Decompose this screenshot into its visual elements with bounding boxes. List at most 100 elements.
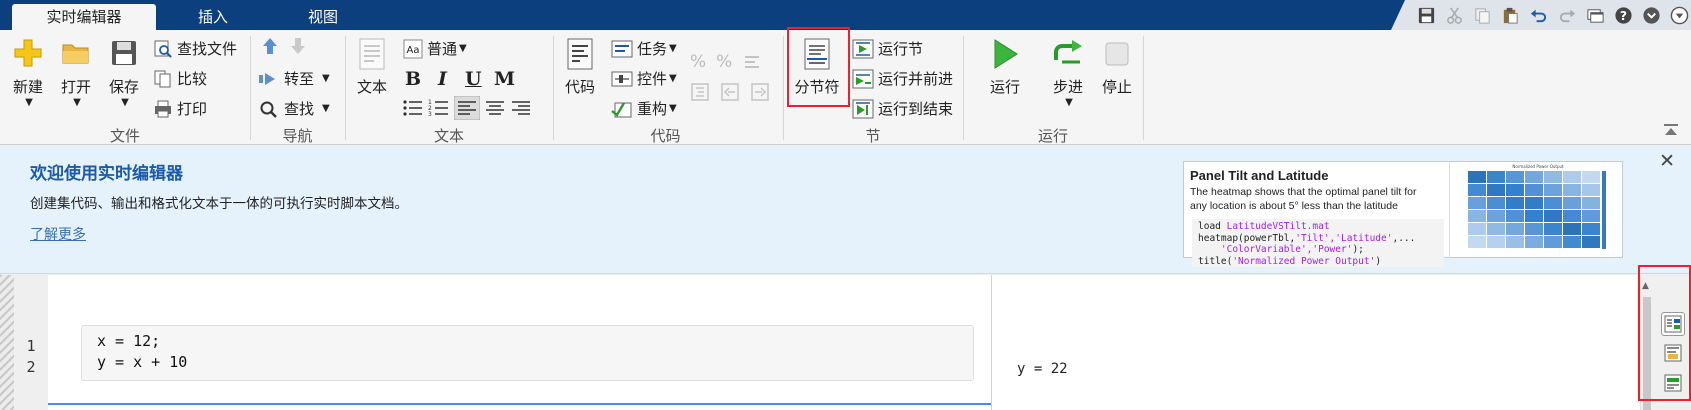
chevron-down-icon: ▼ bbox=[669, 43, 677, 54]
control-dropdown[interactable]: 控件 ▼ bbox=[611, 68, 677, 89]
hide-code-icon[interactable] bbox=[1661, 371, 1685, 395]
arrow-up-icon[interactable] bbox=[260, 36, 280, 56]
tab-insert[interactable]: 插入 bbox=[168, 4, 258, 30]
save-button[interactable]: 保存 ▼ bbox=[106, 38, 142, 108]
smart-indent-icon[interactable] bbox=[690, 82, 710, 102]
live-script-editor: 1 2 x = 12; y = x + 10 y = 22 ▲ bbox=[0, 275, 1691, 410]
section-gutter[interactable] bbox=[0, 275, 14, 410]
group-divider bbox=[1143, 36, 1144, 140]
find-files-button[interactable]: 查找文件 bbox=[153, 38, 237, 59]
find-button[interactable]: 查找 ▼ bbox=[258, 98, 330, 119]
bold-button[interactable]: B bbox=[405, 68, 421, 90]
uncomment-icon[interactable]: % bbox=[716, 52, 732, 72]
heatmap-cell bbox=[1544, 171, 1562, 183]
align-right-icon[interactable] bbox=[510, 97, 532, 119]
step-button[interactable]: 步进 ▼ bbox=[1048, 38, 1088, 108]
group-label-section: 节 bbox=[865, 127, 881, 145]
increase-indent-icon[interactable] bbox=[750, 82, 770, 102]
print-button[interactable]: 打印 bbox=[153, 98, 207, 119]
run-button[interactable]: 运行 bbox=[985, 38, 1025, 97]
stop-button[interactable]: 停止 bbox=[1097, 38, 1137, 97]
collapse-ribbon-icon[interactable] bbox=[1662, 122, 1680, 138]
new-button[interactable]: 新建 ▼ bbox=[10, 38, 46, 108]
code-button[interactable]: 代码 bbox=[562, 38, 598, 97]
example-card[interactable]: Panel Tilt and Latitude The heatmap show… bbox=[1183, 161, 1623, 267]
switch-windows-icon[interactable] bbox=[1584, 3, 1607, 27]
heatmap-thumbnail: Normalized Power Output bbox=[1449, 162, 1623, 258]
copy-icon[interactable] bbox=[1471, 3, 1494, 27]
heatmap-cell bbox=[1525, 171, 1543, 183]
comment-icon[interactable]: % bbox=[690, 52, 706, 72]
close-icon[interactable]: ✕ bbox=[1659, 150, 1675, 172]
card-code-line: heatmap(powerTbl,'Tilt','Latitude',... bbox=[1198, 232, 1416, 244]
heatmap-cell bbox=[1544, 223, 1562, 235]
scroll-up-icon[interactable]: ▲ bbox=[1642, 281, 1649, 291]
run-section-icon bbox=[852, 39, 874, 58]
compare-button[interactable]: 比较 bbox=[153, 68, 207, 89]
run-to-end-button[interactable]: 运行到结束 bbox=[852, 98, 953, 119]
chevron-down-icon: ▼ bbox=[669, 73, 677, 84]
card-code-line: title('Normalized Power Output') bbox=[1198, 255, 1382, 267]
cut-icon[interactable] bbox=[1443, 3, 1466, 27]
tab-live-editor[interactable]: 实时编辑器 bbox=[12, 4, 156, 30]
welcome-description: 创建集代码、输出和格式化文本于一体的可执行实时脚本文档。 bbox=[30, 196, 408, 212]
vertical-scrollbar[interactable]: ▲ bbox=[1640, 275, 1652, 410]
open-button[interactable]: 打开 ▼ bbox=[58, 38, 94, 108]
heatmap-cell bbox=[1563, 184, 1581, 196]
text-style-dropdown[interactable]: Aa 普通 ▼ bbox=[403, 38, 467, 59]
options-dropdown-icon[interactable] bbox=[1668, 3, 1691, 27]
heatmap-cell bbox=[1563, 197, 1581, 209]
align-center-icon[interactable] bbox=[484, 97, 506, 119]
heatmap-cell bbox=[1582, 197, 1600, 209]
minimize-ribbon-icon[interactable] bbox=[1640, 3, 1663, 27]
output-inline-icon[interactable] bbox=[1661, 341, 1685, 365]
underline-button[interactable]: U bbox=[465, 68, 482, 90]
output-divider[interactable] bbox=[991, 275, 992, 410]
card-description: The heatmap shows that the optimal panel… bbox=[1190, 186, 1417, 212]
align-left-icon[interactable] bbox=[454, 96, 480, 120]
stop-icon bbox=[1105, 42, 1129, 66]
line-number: 1 bbox=[26, 337, 36, 355]
italic-button[interactable]: I bbox=[438, 68, 447, 90]
run-section-button[interactable]: 运行节 bbox=[852, 38, 923, 59]
numbered-list-icon[interactable]: 123 bbox=[428, 97, 450, 119]
undo-icon[interactable] bbox=[1527, 3, 1550, 27]
tab-bar: 实时编辑器 插入 视图 ? bbox=[0, 0, 1691, 30]
arrow-down-icon[interactable] bbox=[288, 36, 308, 56]
heatmap-cell bbox=[1544, 236, 1562, 248]
chevron-down-icon: ▼ bbox=[459, 43, 467, 54]
group-label-run: 运行 bbox=[1037, 127, 1068, 145]
heatmap-cell bbox=[1525, 236, 1543, 248]
find-files-icon bbox=[154, 40, 172, 58]
group-label-code: 代码 bbox=[650, 127, 681, 145]
code-block[interactable]: x = 12; y = x + 10 bbox=[81, 325, 974, 381]
code-line: x = 12; bbox=[97, 332, 161, 350]
paste-icon[interactable] bbox=[1499, 3, 1522, 27]
heatmap-cell bbox=[1582, 223, 1600, 235]
heatmap-colorbar bbox=[1602, 171, 1606, 249]
output-inline-right-icon[interactable] bbox=[1661, 312, 1685, 336]
learn-more-link[interactable]: 了解更多 bbox=[30, 224, 86, 244]
scrollbar-thumb[interactable] bbox=[1643, 297, 1651, 410]
section-break-button[interactable]: 分节符 bbox=[792, 38, 842, 97]
task-icon bbox=[611, 40, 633, 57]
tab-view[interactable]: 视图 bbox=[278, 4, 368, 30]
heatmap-cell bbox=[1487, 210, 1505, 222]
help-icon[interactable]: ? bbox=[1612, 3, 1635, 27]
save-icon[interactable] bbox=[1415, 3, 1438, 27]
monospace-button[interactable]: M bbox=[494, 68, 515, 90]
redo-icon[interactable] bbox=[1555, 3, 1578, 27]
task-dropdown[interactable]: 任务 ▼ bbox=[611, 38, 677, 59]
heatmap-cell bbox=[1468, 184, 1486, 196]
card-title: Panel Tilt and Latitude bbox=[1190, 168, 1329, 183]
refactor-dropdown[interactable]: 重构 ▼ bbox=[611, 98, 677, 119]
wrap-comment-icon[interactable] bbox=[742, 52, 762, 72]
text-button[interactable]: 文本 bbox=[354, 38, 390, 97]
heatmap-cell bbox=[1582, 184, 1600, 196]
goto-button[interactable]: 转至 ▼ bbox=[258, 68, 330, 89]
heatmap-cell bbox=[1563, 236, 1581, 248]
text-document-icon bbox=[359, 38, 385, 70]
run-and-advance-button[interactable]: 运行并前进 bbox=[852, 68, 953, 89]
decrease-indent-icon[interactable] bbox=[720, 82, 740, 102]
bullet-list-icon[interactable] bbox=[402, 97, 424, 119]
